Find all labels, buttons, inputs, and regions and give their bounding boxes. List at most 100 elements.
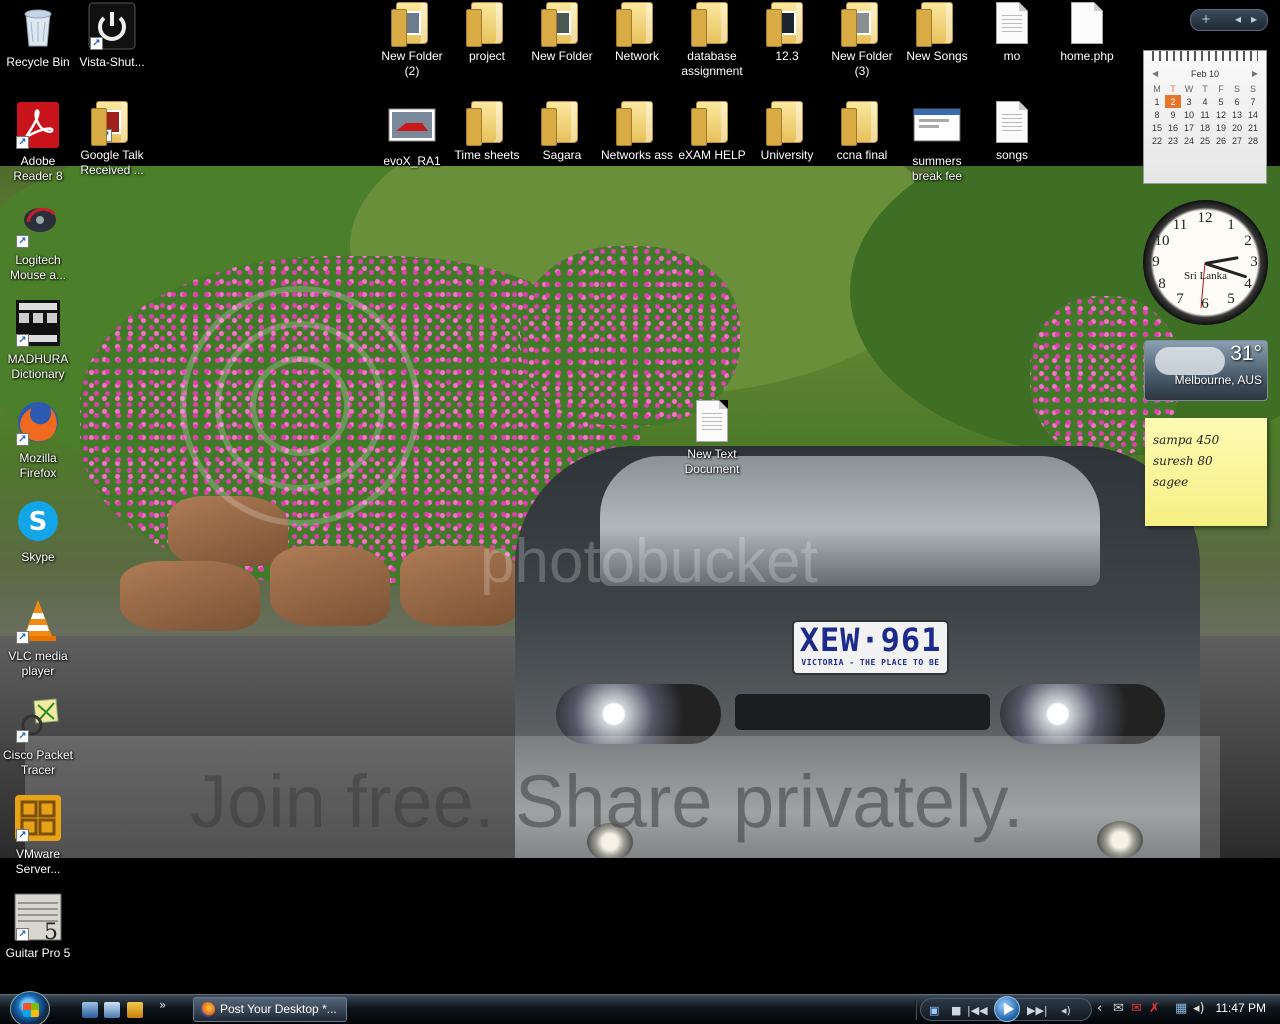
calendar-day[interactable]: 8 [1149, 108, 1165, 121]
calendar-day[interactable]: 14 [1245, 108, 1261, 121]
next-track-button[interactable]: ▶▶| [1027, 1004, 1048, 1017]
clock-numeral: 9 [1152, 254, 1160, 270]
calendar-day[interactable]: 25 [1197, 134, 1213, 147]
weekday: S [1233, 83, 1240, 94]
show-desktop-icon[interactable] [82, 1002, 98, 1018]
calendar-day[interactable]: 17 [1181, 121, 1197, 134]
media-restore-icon[interactable]: ▣ [929, 1004, 939, 1017]
desktop-icon-new-text-document[interactable]: New Text Document [674, 400, 750, 477]
calendar-day[interactable]: 27 [1229, 134, 1245, 147]
calendar-day[interactable]: 1 [1149, 95, 1165, 108]
quick-launch-more-button[interactable]: » [159, 998, 166, 1012]
desktop-icon-home-php[interactable]: home.php [1049, 2, 1125, 64]
previous-track-button[interactable]: |◀◀ [967, 1004, 988, 1017]
desktop-icon-cisco-packet-tracer[interactable]: ↗ Cisco Packet Tracer [0, 695, 76, 778]
desktop-icon-vista-shutdown[interactable]: ↗ Vista-Shut... [74, 2, 150, 70]
desktop-icon-new-songs[interactable]: New Songs [899, 2, 975, 64]
calendar-day-today[interactable]: 2 [1165, 95, 1181, 108]
desktop-icon-network[interactable]: Network [599, 2, 675, 64]
desktop-icon-ccna-final[interactable]: ccna final [824, 101, 900, 163]
calendar-day[interactable]: 19 [1213, 121, 1229, 134]
desktop-icon-project[interactable]: project [449, 2, 525, 64]
prev-gadget-button[interactable]: ◂ [1235, 12, 1241, 26]
desktop-icon-label: New Folder (3) [831, 49, 893, 78]
license-plate: XEW·961 VICTORIA - THE PLACE TO BE [792, 620, 949, 675]
calendar-day[interactable]: 28 [1245, 134, 1261, 147]
calendar-day[interactable]: 4 [1197, 95, 1213, 108]
switch-windows-icon[interactable] [104, 1002, 120, 1018]
desktop-icon-evox-ra1[interactable]: evoX_RA1 [374, 101, 450, 169]
desktop-icon-guitar-pro[interactable]: 5 ↗ Guitar Pro 5 [0, 893, 76, 961]
desktop-icon-new-folder-2[interactable]: New Folder (2) [374, 2, 450, 79]
calendar-day[interactable]: 16 [1165, 121, 1181, 134]
speaker-icon[interactable]: ◂) [1193, 1001, 1205, 1016]
desktop-icon-google-talk-received[interactable]: ↗ Google Talk Received ... [74, 101, 150, 178]
desktop-icon-exam-help[interactable]: eXAM HELP [674, 101, 750, 163]
media-player-icon[interactable] [127, 1002, 143, 1018]
play-button[interactable] [994, 996, 1020, 1022]
calendar-grid: M T W T F S S 1 2 3 4 5 6 7 8 9 10 11 12… [1149, 82, 1261, 147]
desktop-icon-label: Time sheets [454, 148, 520, 162]
taskbar-button-firefox[interactable]: Post Your Desktop *... [193, 997, 347, 1022]
calendar-day[interactable]: 3 [1181, 95, 1197, 108]
desktop-icon-12-3[interactable]: 12.3 [749, 2, 825, 64]
headlight-right [1000, 684, 1165, 744]
desktop-icon-time-sheets[interactable]: Time sheets [449, 101, 525, 163]
desktop-icon-new-folder-3[interactable]: New Folder (3) [824, 2, 900, 79]
desktop-icon-summers-break-fee[interactable]: summers break fee [899, 101, 975, 184]
desktop-icon-mo[interactable]: mo [974, 2, 1050, 64]
add-gadget-button[interactable]: + [1201, 12, 1211, 26]
start-button[interactable] [10, 991, 50, 1024]
calendar-gadget[interactable]: ◀ Feb 10 ▶ M T W T F S S 1 2 3 4 5 6 7 8… [1143, 50, 1267, 184]
desktop-icon-recycle-bin[interactable]: Recycle Bin [0, 2, 76, 70]
desktop-icon-adobe-reader[interactable]: ↗ Adobe Reader 8 [0, 101, 76, 184]
calendar-day[interactable]: 23 [1165, 134, 1181, 147]
gmail-notifier-icon[interactable]: ✉ [1131, 1001, 1142, 1016]
folder-icon [391, 2, 428, 47]
calendar-day[interactable]: 5 [1213, 95, 1229, 108]
volume-icon[interactable]: ◂) [1061, 1004, 1071, 1017]
calendar-day[interactable]: 11 [1197, 108, 1213, 121]
clock-gadget[interactable]: 12 1 2 3 4 5 6 7 8 9 10 11 Sri Lanka [1143, 200, 1268, 325]
calendar-day[interactable]: 26 [1213, 134, 1229, 147]
desktop-icon-firefox[interactable]: ↗ Mozilla Firefox [0, 398, 76, 481]
weather-temperature: 31° [1230, 342, 1262, 365]
calendar-day[interactable]: 24 [1181, 134, 1197, 147]
calendar-day[interactable]: 9 [1165, 108, 1181, 121]
calendar-day[interactable]: 20 [1229, 121, 1245, 134]
calendar-day[interactable]: 12 [1213, 108, 1229, 121]
calendar-next-icon[interactable]: ▶ [1252, 69, 1258, 78]
desktop-icon-sagara[interactable]: Sagara [524, 101, 600, 163]
calendar-day[interactable]: 6 [1229, 95, 1245, 108]
weather-gadget[interactable]: 31° Melbourne, AUS [1144, 340, 1268, 401]
calendar-day[interactable]: 13 [1229, 108, 1245, 121]
desktop-icon-skype[interactable]: S Skype [0, 497, 76, 565]
show-hidden-icons-button[interactable]: ‹ [1097, 1001, 1102, 1016]
next-gadget-button[interactable]: ▸ [1251, 12, 1257, 26]
taskbar-clock[interactable]: 11:47 PM [1216, 1001, 1266, 1015]
calendar-day[interactable]: 7 [1245, 95, 1261, 108]
calendar-day[interactable]: 10 [1181, 108, 1197, 121]
desktop-icon-logitech[interactable]: ↗ Logitech Mouse a... [0, 200, 76, 283]
packet-tracer-icon: ↗ [14, 695, 62, 743]
calendar-day[interactable]: 18 [1197, 121, 1213, 134]
desktop-icon-songs[interactable]: songs [974, 101, 1050, 163]
stop-button[interactable]: ■ [951, 1004, 961, 1017]
desktop-icon-madhura-dictionary[interactable]: ↗ MADHURA Dictionary [0, 299, 76, 382]
calendar-day[interactable]: 15 [1149, 121, 1165, 134]
calendar-day[interactable]: 21 [1245, 121, 1261, 134]
calendar-prev-icon[interactable]: ◀ [1152, 69, 1158, 78]
desktop-icon-new-folder[interactable]: New Folder [524, 2, 600, 64]
desktop-icon-networks-ass[interactable]: Networks ass [599, 101, 675, 163]
desktop-icon-university[interactable]: University [749, 101, 825, 163]
windows-logo-icon [23, 1003, 39, 1017]
notes-gadget[interactable]: sampa 450 suresh 80 sagee [1145, 418, 1267, 526]
desktop-icon-vmware-server[interactable]: ↗ VMware Server... [0, 794, 76, 877]
antivirus-icon[interactable]: ✗ [1149, 1001, 1160, 1016]
desktop-icon-vlc[interactable]: ↗ VLC media player [0, 596, 76, 679]
chat-icon[interactable]: ✉ [1113, 1001, 1124, 1016]
desktop-icon-database-assignment[interactable]: database assignment [674, 2, 750, 79]
plate-number: XEW·961 [799, 621, 942, 659]
network-icon[interactable]: ▦ [1175, 1001, 1187, 1016]
calendar-day[interactable]: 22 [1149, 134, 1165, 147]
